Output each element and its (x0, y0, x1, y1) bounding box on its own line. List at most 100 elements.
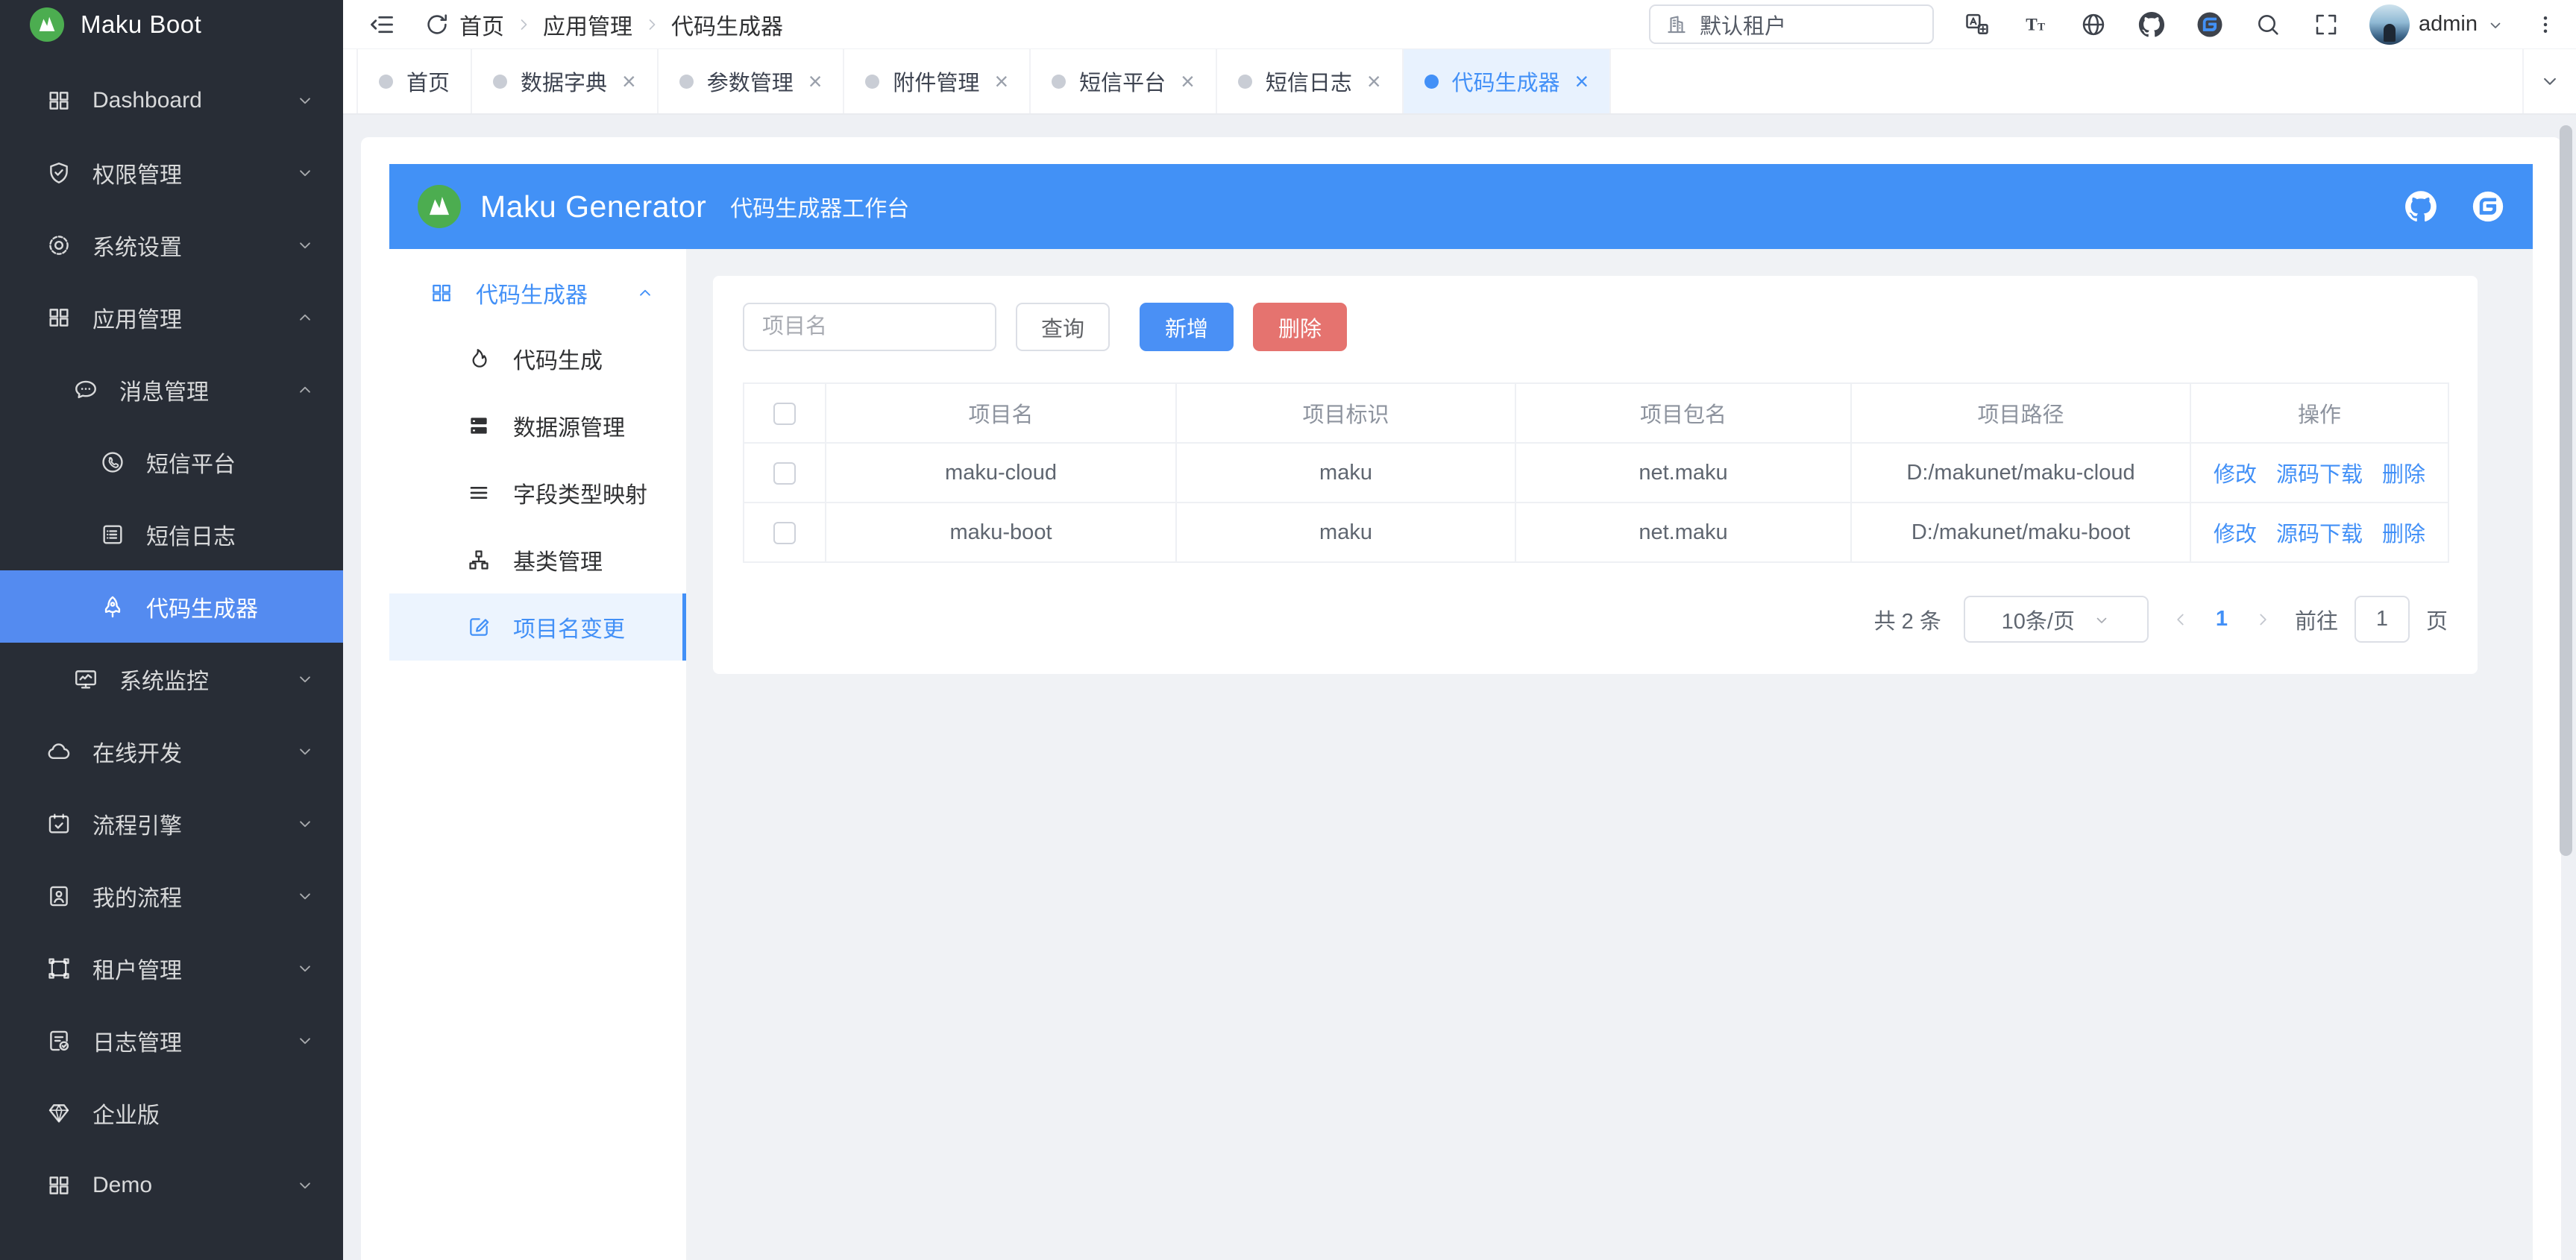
generator-body: 代码生成器代码生成数据源管理字段类型映射基类管理项目名变更 查询 新增 删除 (389, 249, 2533, 1260)
github-icon[interactable] (2138, 11, 2165, 38)
collapse-icon[interactable] (368, 11, 395, 38)
github-icon[interactable] (2404, 190, 2437, 223)
generator-menu-item-字段类型映射[interactable]: 字段类型映射 (389, 459, 686, 526)
tab-短信平台[interactable]: 短信平台× (1031, 49, 1217, 113)
tab-close-icon[interactable]: × (808, 69, 823, 93)
tab-代码生成器[interactable]: 代码生成器 × (1404, 49, 1612, 113)
action-link-修改[interactable]: 修改 (2214, 463, 2257, 487)
tab-close-icon[interactable]: × (1367, 69, 1381, 93)
tab-附件管理[interactable]: 附件管理× (844, 49, 1031, 113)
tenant-select[interactable]: 默认租户 (1649, 4, 1934, 44)
table-cell: maku (1176, 503, 1515, 562)
tab-dot-icon (1238, 75, 1252, 89)
scrollbar-thumb[interactable] (2560, 125, 2572, 856)
breadcrumb-item[interactable]: 代码生成器 (671, 8, 783, 41)
next-page-icon[interactable] (2253, 610, 2272, 629)
sidebar-item-短信平台[interactable]: 短信平台 (0, 426, 343, 498)
tab-首页[interactable]: 首页 (356, 49, 472, 113)
tab-label: 代码生成器 (1452, 66, 1560, 97)
delete-button[interactable]: 删除 (1253, 303, 1347, 351)
tab-close-icon[interactable]: × (622, 69, 636, 93)
tab-数据字典[interactable]: 数据字典 × (472, 49, 659, 113)
sidebar-item-label: 企业版 (92, 1097, 160, 1130)
shield-check-icon (46, 160, 72, 186)
generator-menu-item-基类管理[interactable]: 基类管理 (389, 526, 686, 593)
server-icon (467, 414, 491, 438)
table-header: 项目名项目标识项目包名项目路径操作 (744, 383, 2448, 443)
sidebar-item-权限管理[interactable]: 权限管理 (0, 136, 343, 209)
main-column: 首页应用管理代码生成器 默认租户 TT admin 首页数据字典×参数管理×附件… (343, 0, 2576, 1260)
row-actions: 修改源码下载删除 (2190, 443, 2448, 503)
sidebar-item-label: 在线开发 (92, 735, 182, 768)
tab-dropdown-button[interactable] (2522, 49, 2576, 113)
project-name-input[interactable] (743, 303, 996, 351)
prev-page-icon[interactable] (2171, 610, 2190, 629)
query-button[interactable]: 查询 (1016, 303, 1110, 351)
sidebar-item-label: 系统设置 (92, 229, 182, 262)
sidebar-item-代码生成器[interactable]: 代码生成器 (0, 570, 343, 643)
sidebar-item-我的流程[interactable]: 我的流程 (0, 860, 343, 932)
tab-短信日志[interactable]: 短信日志× (1217, 49, 1404, 113)
generator-header-links (2404, 190, 2504, 223)
font-size-icon[interactable]: TT (2022, 11, 2049, 38)
action-link-删除[interactable]: 删除 (2382, 463, 2425, 487)
select-all-checkbox[interactable] (773, 403, 796, 425)
sidebar-item-label: 系统监控 (119, 663, 209, 696)
generator-menu-item-代码生成[interactable]: 代码生成 (389, 325, 686, 392)
pagination: 共 2 条 10条/页 1 (743, 596, 2448, 643)
sidebar-item-流程引擎[interactable]: 流程引擎 (0, 787, 343, 860)
gitee-icon[interactable] (2196, 11, 2223, 38)
sidebar-item-系统设置[interactable]: 系统设置 (0, 209, 343, 281)
sidebar-item-短信日志[interactable]: 短信日志 (0, 498, 343, 570)
kebab-menu-icon[interactable] (2534, 13, 2557, 36)
brand-title: Maku Boot (81, 10, 201, 39)
action-link-修改[interactable]: 修改 (2214, 523, 2257, 546)
sidebar-item-企业版[interactable]: 企业版 (0, 1077, 343, 1149)
goto-page-input[interactable] (2354, 596, 2410, 643)
breadcrumb-item[interactable]: 应用管理 (543, 8, 632, 41)
action-link-删除[interactable]: 删除 (2382, 523, 2425, 546)
sidebar-item-label: Dashboard (92, 88, 202, 113)
breadcrumb: 首页 应用管理 代码生成器 (459, 8, 783, 41)
page-number[interactable]: 1 (2216, 607, 2228, 631)
translate-icon[interactable] (1964, 11, 1991, 38)
add-button[interactable]: 新增 (1140, 303, 1234, 351)
generator-menu-item-数据源管理[interactable]: 数据源管理 (389, 392, 686, 459)
sidebar-item-应用管理[interactable]: 应用管理 (0, 281, 343, 353)
breadcrumb-item[interactable]: 首页 (459, 8, 504, 41)
sidebar-item-label: 我的流程 (92, 880, 182, 913)
tab-close-icon[interactable]: × (994, 69, 1008, 93)
gitee-icon[interactable] (2472, 190, 2504, 223)
sidebar-item-Demo[interactable]: Demo (0, 1149, 343, 1221)
sidebar-item-租户管理[interactable]: 租户管理 (0, 932, 343, 1004)
user-menu[interactable]: admin (2369, 4, 2504, 45)
tab-label: 数据字典 (521, 66, 607, 97)
tab-close-icon[interactable]: × (1575, 69, 1589, 93)
generator-menu-item-项目名变更[interactable]: 项目名变更 (389, 593, 686, 661)
generator-main: 查询 新增 删除 项目名项目标识项目包名项目路径操作 maku-c (686, 249, 2533, 1260)
tab-参数管理[interactable]: 参数管理× (659, 49, 845, 113)
globe-icon[interactable] (2080, 11, 2107, 38)
row-checkbox[interactable] (773, 462, 796, 485)
sidebar-item-日志管理[interactable]: 日志管理 (0, 1004, 343, 1077)
tab-close-icon[interactable]: × (1181, 69, 1195, 93)
avatar[interactable] (2369, 4, 2410, 45)
row-checkbox[interactable] (773, 522, 796, 544)
fullscreen-icon[interactable] (2313, 11, 2340, 38)
frame-icon (46, 956, 72, 981)
sidebar-item-消息管理[interactable]: 消息管理 (0, 353, 343, 426)
sidebar-item-在线开发[interactable]: 在线开发 (0, 715, 343, 787)
search-icon[interactable] (2255, 11, 2281, 38)
sidebar-item-系统监控[interactable]: 系统监控 (0, 643, 343, 715)
diamond-icon (46, 1100, 72, 1126)
refresh-icon[interactable] (424, 11, 450, 38)
generator-menu-item-代码生成器[interactable]: 代码生成器 (389, 261, 686, 325)
brand[interactable]: Maku Boot (0, 0, 343, 49)
grid-icon (46, 305, 72, 330)
vertical-scrollbar[interactable] (2560, 125, 2572, 1244)
page-size-select[interactable]: 10条/页 (1964, 596, 2149, 643)
action-link-源码下载[interactable]: 源码下载 (2276, 463, 2363, 487)
action-link-源码下载[interactable]: 源码下载 (2276, 523, 2363, 546)
sidebar-item-label: 短信日志 (146, 518, 236, 551)
sidebar-item-Dashboard[interactable]: Dashboard (0, 64, 343, 136)
